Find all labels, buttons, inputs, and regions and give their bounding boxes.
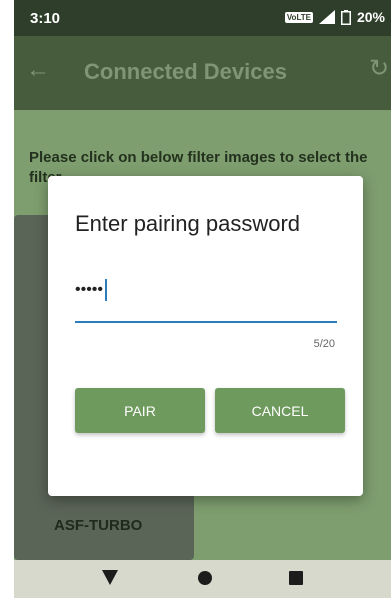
- input-underline: [75, 321, 337, 323]
- filter-label: ASF-TURBO: [54, 517, 143, 534]
- character-counter: 5/20: [313, 338, 335, 350]
- back-arrow-icon[interactable]: ←: [24, 56, 52, 84]
- dialog-title: Enter pairing password: [75, 211, 301, 236]
- nav-back-icon[interactable]: [102, 570, 118, 585]
- status-bar: 3:10 VoLTE 20%: [14, 0, 391, 36]
- status-right: VoLTE 20%: [284, 9, 385, 25]
- text-cursor: [105, 279, 108, 301]
- nav-home-icon[interactable]: [198, 571, 212, 585]
- left-edge: [0, 0, 14, 598]
- password-value: •••••: [75, 281, 104, 298]
- pair-button[interactable]: PAIR: [75, 388, 205, 433]
- password-input[interactable]: •••••: [75, 279, 337, 307]
- frame: 3:10 VoLTE 20% ← Connected Devices ↻ Ple…: [0, 0, 391, 598]
- refresh-icon[interactable]: ↻: [369, 54, 391, 84]
- battery-percent: 20%: [356, 9, 385, 25]
- phone-screen: 3:10 VoLTE 20% ← Connected Devices ↻ Ple…: [14, 0, 391, 598]
- signal-icon: [318, 10, 335, 24]
- app-bar: ← Connected Devices ↻: [14, 36, 391, 110]
- nav-recents-icon[interactable]: [289, 571, 303, 585]
- battery-icon: [340, 9, 351, 25]
- volte-icon: VoLTE: [284, 11, 313, 23]
- status-time: 3:10: [30, 10, 61, 27]
- cancel-button[interactable]: CANCEL: [215, 388, 345, 433]
- pairing-dialog: Enter pairing password ••••• 5/20 PAIR C…: [48, 176, 363, 496]
- navigation-bar: [14, 560, 391, 598]
- app-bar-title: Connected Devices: [84, 59, 287, 84]
